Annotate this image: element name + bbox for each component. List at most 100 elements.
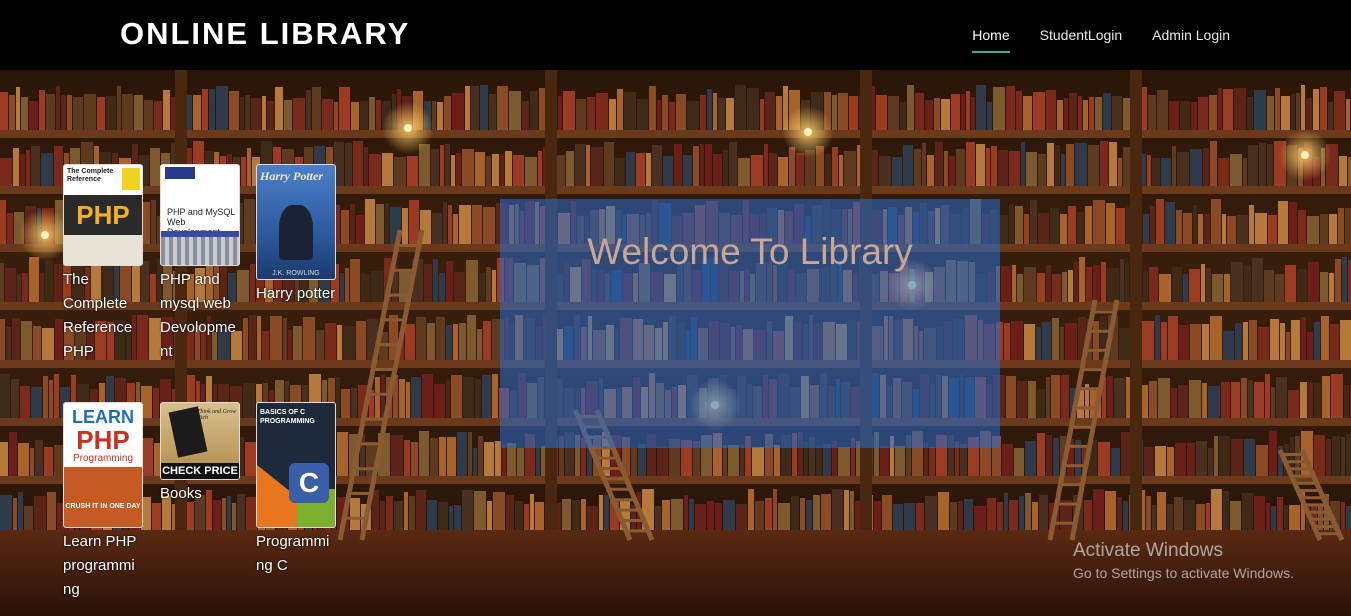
shelf-book — [9, 95, 15, 130]
shelf-book — [339, 87, 350, 130]
shelf-book — [1174, 497, 1183, 534]
cover-header-text: BASICS OF C PROGRAMMING — [260, 409, 315, 425]
shelf-book — [345, 143, 352, 186]
shelf-book — [715, 503, 722, 534]
shelf-book — [976, 85, 986, 130]
book-card[interactable]: The Complete Reference PHP The Complete … — [63, 164, 143, 364]
book-title[interactable]: Learn PHP programming — [63, 530, 143, 602]
shelf-book — [250, 264, 255, 302]
shelf-book — [343, 326, 355, 360]
shelf-book — [747, 88, 759, 130]
shelf-book — [825, 154, 831, 186]
shelf-book — [468, 432, 472, 476]
shelf-book — [489, 94, 496, 130]
shelf-book — [480, 85, 488, 130]
book-cover[interactable]: The Complete Reference PHP — [63, 164, 143, 266]
shelf-book — [0, 319, 5, 360]
shelf-book — [1291, 94, 1295, 130]
shelf-book — [439, 273, 445, 302]
book-cover[interactable]: PHP and MySQL Web Development — [160, 164, 240, 266]
shelf-book — [440, 145, 444, 186]
shelf-book — [405, 324, 415, 360]
shelf-book — [0, 263, 4, 302]
shelf-book — [452, 93, 464, 130]
shelf-book — [1184, 500, 1195, 534]
nav-student-login[interactable]: StudentLogin — [1040, 21, 1123, 49]
shelf-book — [1276, 377, 1287, 418]
book-card[interactable]: Think and Grow Rich CHECK PRICE Books — [160, 402, 240, 506]
brand-logo[interactable]: ONLINE LIBRARY — [120, 16, 410, 52]
shelf-book — [386, 496, 393, 534]
shelf-book — [880, 446, 889, 476]
book-card[interactable]: LEARN PHP Programming CRUSH IT IN ONE DA… — [63, 402, 143, 602]
shelf-book — [1267, 144, 1273, 186]
shelf-book — [1340, 320, 1351, 360]
shelf-book — [152, 503, 161, 534]
shelf-book — [229, 91, 239, 130]
shelf-book — [1249, 320, 1257, 360]
shelf-book — [637, 99, 648, 130]
shelf-book — [687, 101, 699, 130]
shelf-book — [202, 89, 208, 130]
shelf-book — [67, 95, 72, 130]
book-cover[interactable]: LEARN PHP Programming CRUSH IT IN ONE DA… — [63, 402, 143, 528]
shelf-book — [1198, 214, 1203, 244]
shelf-book — [45, 260, 53, 302]
shelf-book — [1001, 266, 1011, 302]
shelf-book — [927, 155, 934, 186]
book-card[interactable]: Harry Potter J.K. ROWLING Harry potter — [256, 164, 336, 306]
cover-main-text: PHP — [76, 425, 130, 455]
shelf-book — [1028, 381, 1036, 418]
shelf-book — [29, 101, 38, 130]
shelf-book — [689, 499, 694, 534]
shelf-book — [416, 317, 426, 360]
shelf-book — [1329, 273, 1334, 302]
book-cover[interactable]: BASICS OF C PROGRAMMING C — [256, 402, 336, 528]
shelf-book — [1280, 323, 1285, 360]
shelf-book — [492, 374, 498, 418]
shelf-book — [1189, 269, 1200, 302]
shelf-book — [1264, 270, 1274, 302]
shelf-book — [530, 91, 538, 130]
shelf-book — [143, 202, 150, 244]
book-cover[interactable]: Harry Potter J.K. ROWLING — [256, 164, 336, 280]
shelf-book — [341, 210, 349, 244]
shelf-book — [1069, 93, 1077, 130]
book-title[interactable]: The Complete Reference PHP — [63, 268, 143, 364]
shelf-book — [42, 328, 54, 360]
shelf-book — [1313, 89, 1319, 130]
shelf-book — [1101, 262, 1106, 302]
shelf-book — [1344, 385, 1349, 418]
book-title[interactable]: Programming C — [256, 530, 336, 578]
shelf-book — [1258, 327, 1269, 360]
shelf-book — [964, 499, 973, 534]
shelf-book — [1105, 491, 1116, 534]
nav-admin-login[interactable]: Admin Login — [1152, 21, 1230, 49]
nav-home[interactable]: Home — [972, 21, 1011, 53]
shelf-book — [1006, 86, 1015, 130]
shelf-book — [1206, 268, 1211, 302]
shelf-book — [999, 215, 1008, 244]
shelf-book — [457, 432, 467, 476]
book-title[interactable]: PHP and mysql web Devolopment — [160, 268, 240, 364]
shelf-book — [1157, 492, 1166, 534]
shelf-book — [1211, 199, 1221, 244]
check-price-label[interactable]: CHECK PRICE — [161, 463, 239, 479]
book-title[interactable]: Harry potter — [256, 282, 336, 306]
shelf-book — [1098, 442, 1110, 476]
shelf-book — [411, 442, 418, 476]
shelf-book — [976, 144, 985, 186]
shelf-book — [1296, 93, 1300, 130]
shelf-book — [262, 96, 266, 130]
shelf-book — [353, 141, 363, 186]
book-card[interactable]: BASICS OF C PROGRAMMING C Programming C — [256, 402, 336, 578]
book-cover[interactable]: Think and Grow Rich CHECK PRICE — [160, 402, 240, 480]
shelf-book — [838, 447, 850, 476]
shelf-book — [1158, 378, 1170, 418]
shelf-book — [483, 321, 491, 360]
shelf-book — [1112, 96, 1122, 130]
shelf-book — [1038, 213, 1049, 244]
book-card[interactable]: PHP and MySQL Web Development PHP and my… — [160, 164, 240, 364]
shelf-book — [484, 442, 494, 476]
book-title[interactable]: Books — [160, 482, 240, 506]
